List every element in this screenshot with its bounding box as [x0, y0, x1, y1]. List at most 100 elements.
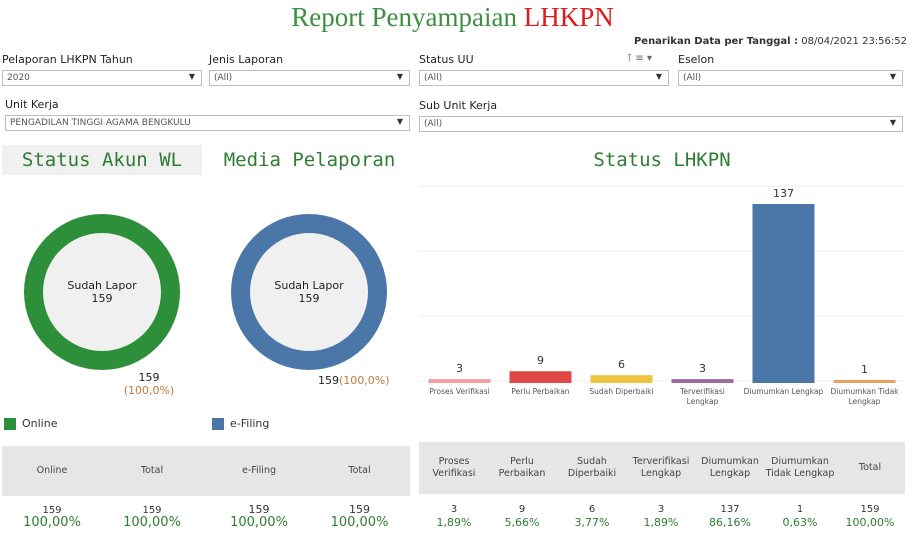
table-header-cell: Sudah Diperbaiki — [567, 456, 617, 479]
table-count-cell: 3 — [657, 504, 665, 515]
filter-value-sub-unit: (All) — [424, 119, 443, 129]
donut-center-status-akun: Sudah Lapor 159 — [52, 279, 152, 305]
chevron-down-icon: ▼ — [396, 72, 403, 81]
table-percent-cell: 1,89% — [436, 516, 472, 529]
table-header-cell: Perlu Perbaikan — [498, 456, 546, 479]
table-header-cell: Online — [36, 465, 68, 476]
donut-center-label: Sudah Lapor — [274, 279, 344, 292]
chevron-down-icon: ▼ — [889, 118, 896, 127]
title-part-2: LHKPN — [523, 2, 614, 32]
table-percent-cell: 5,66% — [504, 516, 540, 529]
bar-category-label: Diumumkan Lengkap — [744, 387, 824, 396]
table-header-cell: Total — [858, 462, 882, 473]
bar-value-label: 6 — [618, 358, 625, 371]
table-header-cell: Diumumkan Lengkap — [701, 456, 759, 479]
bar-chart-status-lhkpn[interactable]: 3 Proses Verifikasi 9 Perlu Perbaikan 6 Sudah… — [419, 182, 905, 412]
table-status-lhkpn: Proses Verifikasi Perlu Perbaikan Sudah … — [419, 442, 905, 548]
table-header-cell: Proses Verifikasi — [432, 456, 476, 479]
bar-category-label: Sudah Diperbaiki — [589, 387, 653, 396]
table-percent-cell: 100,00% — [330, 515, 389, 530]
chevron-down-icon: ▼ — [889, 72, 896, 81]
bar[interactable] — [509, 371, 572, 383]
chevron-down-icon: ▼ — [655, 72, 662, 81]
bar-category-label: Terverifikasi — [679, 387, 725, 396]
filter-value-tahun: 2020 — [7, 73, 30, 83]
filter-select-unit[interactable]: PENGADILAN TINGGI AGAMA BENGKULU ▼ — [5, 115, 410, 131]
legend-label-online: Online — [22, 417, 58, 430]
bar-value-label: 9 — [537, 354, 544, 367]
filter-select-sub-unit[interactable]: (All) ▼ — [419, 116, 903, 132]
bar-value-label: 3 — [699, 362, 706, 375]
filter-label-status-uu: Status UU — [419, 53, 474, 66]
table-count-cell: 6 — [588, 504, 596, 515]
filter-label-sub-unit: Sub Unit Kerja — [419, 99, 498, 112]
legend-swatch-efiling — [212, 417, 224, 430]
table-count-cell: 1 — [796, 504, 804, 515]
filter-select-jenis[interactable]: (All) ▼ — [209, 70, 410, 86]
bar-category-label: Proses Verifikasi — [429, 387, 490, 396]
bar[interactable] — [833, 380, 896, 383]
timestamp-label: Penarikan Data per Tanggal : — [633, 36, 799, 47]
table-header-cell: Total — [140, 465, 164, 476]
section-title-media: Media Pelaporan — [223, 149, 396, 171]
table-count-cell: 137 — [720, 504, 740, 515]
table-percent-cell: 86,16% — [709, 516, 751, 529]
filter-label-eselon: Eselon — [678, 53, 715, 66]
bar-value-label: 3 — [456, 362, 463, 375]
chevron-down-icon: ▼ — [396, 117, 403, 126]
dropdown-icon[interactable]: ▾ — [647, 53, 652, 64]
bar-category-label: Perlu Perbaikan — [511, 387, 569, 396]
bar-category-label: Lengkap — [687, 397, 719, 406]
table-count-cell: 159 — [860, 504, 880, 515]
legend-label-efiling: e-Filing — [230, 417, 270, 430]
table-percent-cell: 3,77% — [574, 516, 610, 529]
table-percent-cell: 100,00% — [23, 515, 81, 530]
donut-center-value: 159 — [298, 292, 320, 305]
chevron-down-icon: ▼ — [188, 72, 195, 81]
table-percent-cell: 0,63% — [782, 516, 818, 529]
table-count-cell: 3 — [450, 504, 458, 515]
filter-select-tahun[interactable]: 2020 ▼ — [2, 70, 202, 86]
timestamp-value: 08/04/2021 23:56:52 — [801, 36, 907, 47]
table-percent-cell: 100,00% — [123, 515, 181, 530]
clear-filter-icon[interactable]: ⊺ — [627, 53, 632, 64]
page-title: Report Penyampaian LHKPN — [0, 2, 905, 33]
table-header-cell: Diumumkan Tidak Lengkap — [765, 456, 835, 479]
filter-value-eselon: (All) — [683, 73, 702, 83]
filter-select-status-uu[interactable]: (All) ▼ — [419, 70, 669, 86]
table-media: e-Filing Total 159 159 100,00% 100,00% — [209, 446, 410, 546]
data-timestamp: Penarikan Data per Tanggal : 08/04/2021 … — [634, 36, 907, 47]
bar-category-label: Diumumkan Tidak — [830, 387, 899, 396]
bar[interactable] — [590, 375, 653, 383]
filter-label-unit: Unit Kerja — [5, 98, 59, 111]
table-header-cell: Total — [348, 465, 371, 476]
table-count-cell: 9 — [518, 504, 526, 515]
bar-category-label: Lengkap — [849, 397, 881, 406]
legend-status-akun: Online — [4, 417, 57, 430]
filter-toolbar: ⊺ ≡ ▾ — [627, 53, 652, 64]
bar[interactable] — [428, 379, 491, 383]
table-percent-cell: 1,89% — [643, 516, 679, 529]
title-part-1: Report Penyampaian — [291, 2, 517, 32]
filter-select-eselon[interactable]: (All) ▼ — [678, 70, 903, 86]
legend-media: e-Filing — [212, 417, 269, 430]
filter-label-tahun: Pelaporan LHKPN Tahun — [2, 53, 133, 66]
donut-annotation-media: 159(100,0%) — [318, 374, 408, 387]
dashboard: Report Penyampaian LHKPN Penarikan Data … — [0, 0, 923, 548]
annotation-total: 159 — [138, 371, 160, 384]
bar[interactable] — [752, 204, 815, 383]
legend-swatch-online — [4, 417, 16, 430]
section-title-status-akun: Status Akun WL — [2, 145, 202, 175]
filter-value-status-uu: (All) — [424, 73, 443, 83]
annotation-total: 159 — [318, 374, 339, 387]
annotation-pct: (100,0%) — [339, 374, 390, 387]
list-icon[interactable]: ≡ — [635, 53, 643, 64]
bar-value-label: 137 — [773, 187, 794, 200]
filter-value-jenis: (All) — [214, 73, 233, 83]
bar-value-label: 1 — [861, 363, 868, 376]
table-percent-cell: 100,00% — [845, 516, 895, 529]
bar[interactable] — [671, 379, 734, 383]
donut-center-label: Sudah Lapor — [67, 279, 137, 292]
filter-value-unit: PENGADILAN TINGGI AGAMA BENGKULU — [10, 118, 191, 128]
donut-center-value: 159 — [91, 292, 113, 305]
